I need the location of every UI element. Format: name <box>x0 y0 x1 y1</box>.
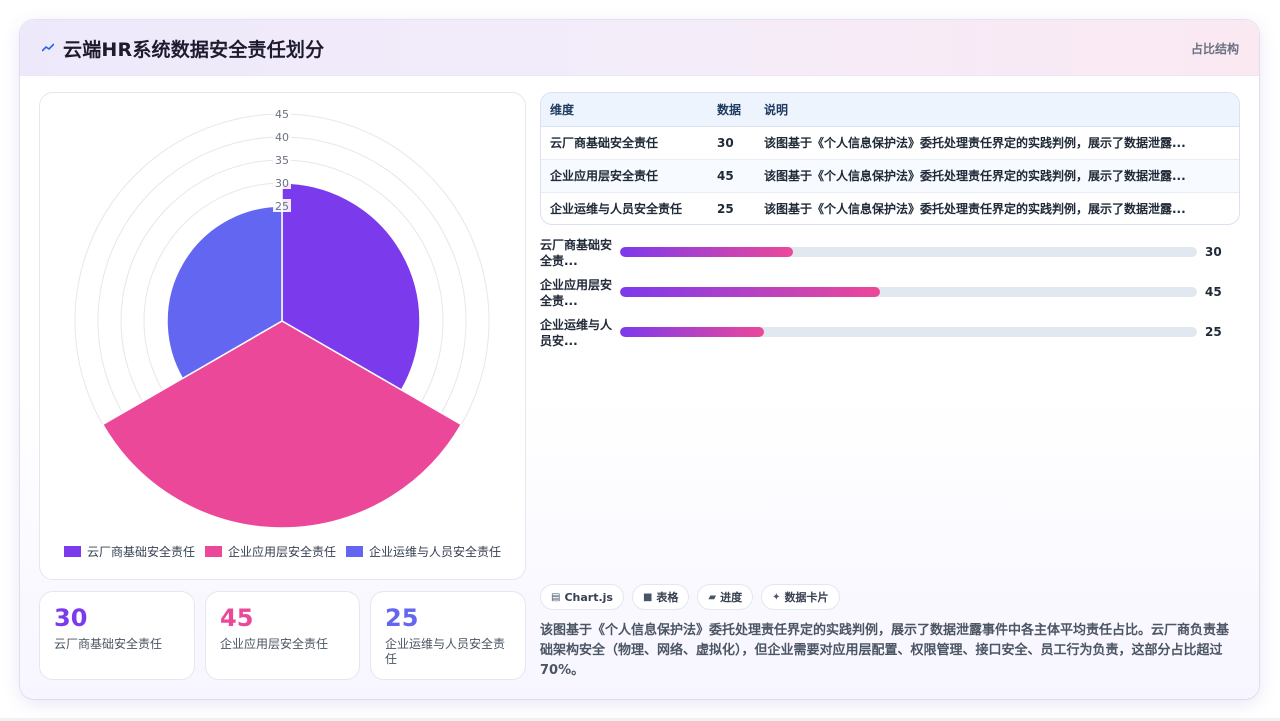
chip-chartjs[interactable]: ▤ Chart.js <box>540 584 624 610</box>
trend-line-icon <box>42 43 54 52</box>
cell-description: 该图基于《个人信息保护法》委托处理责任界定的实践判例，展示了数据泄露... <box>755 126 1239 160</box>
cell-dimension: 云厂商基础安全责任 <box>541 126 708 160</box>
chart-type-tag: 占比结构 <box>1190 42 1239 56</box>
radial-tick-label: 25 <box>275 200 289 213</box>
chip-table[interactable]: ■ 表格 <box>631 584 690 610</box>
table-header-row: 维度 数据 说明 <box>541 93 1239 127</box>
stat-label: 企业应用层安全责任 <box>220 637 329 651</box>
progress-label: 企业运维与人员安... <box>540 318 613 348</box>
chip-data-cards[interactable]: ✦ 数据卡片 <box>761 584 840 610</box>
stat-label: 企业运维与人员安全责任 <box>385 637 506 666</box>
chart-icon: ▤ <box>551 591 561 603</box>
legend-item[interactable]: 企业运维与人员安全责任 <box>346 543 501 560</box>
progress-label: 云厂商基础安全责... <box>540 238 613 268</box>
legend-swatch <box>63 546 81 557</box>
cell-dimension: 企业运维与人员安全责任 <box>550 202 683 217</box>
cell-description: 该图基于《个人信息保护法》委托处理责任界定的实践判例，展示了数据泄露... <box>764 202 1186 217</box>
stat-value: 30 <box>54 604 88 632</box>
chip-label: Chart.js <box>564 590 613 604</box>
legend-label: 云厂商基础安全责任 <box>86 545 195 559</box>
progress-track <box>620 287 1197 297</box>
table-row[interactable]: 企业应用层安全责任 45 该图基于《个人信息保护法》委托处理责任界定的实践判例，… <box>541 159 1239 193</box>
progress-row: 企业运维与人员安... 25 <box>540 315 1240 355</box>
legend-swatch <box>346 546 363 557</box>
header-bar: 云端HR系统数据安全责任划分 占比结构 <box>20 20 1259 76</box>
progress-icon: ▰ <box>708 591 717 603</box>
table-row[interactable]: 云厂商基础安全责任 30 该图基于《个人信息保护法》委托处理责任界定的实践判例，… <box>541 126 1239 160</box>
page-title: 云端HR系统数据安全责任划分 <box>63 39 325 61</box>
cell-value: 30 <box>708 126 755 160</box>
cell-dimension: 企业应用层安全责任 <box>541 159 708 193</box>
stat-value: 45 <box>220 604 254 632</box>
progress-list: 云厂商基础安全责... 30 企业应用层安全责... 45 企业运维与人员安..… <box>540 235 1240 355</box>
stat-label: 云厂商基础安全责任 <box>54 637 163 651</box>
legend-label: 企业运维与人员安全责任 <box>369 545 502 559</box>
chip-label: 进度 <box>720 591 743 604</box>
table-row[interactable]: 企业运维与人员安全责任 25 该图基于《个人信息保护法》委托处理责任界定的实践判… <box>541 192 1239 224</box>
cell-value: 45 <box>708 159 755 193</box>
progress-track <box>620 327 1197 337</box>
stat-value: 25 <box>385 604 419 632</box>
radial-tick-label: 45 <box>275 108 289 121</box>
progress-track <box>620 247 1197 257</box>
progress-row: 云厂商基础安全责... 30 <box>540 235 1240 275</box>
progress-value: 30 <box>1205 245 1222 259</box>
sparkle-icon: ✦ <box>772 591 781 603</box>
column-header: 维度 <box>541 93 708 127</box>
legend-item[interactable]: 云厂商基础安全责任 <box>63 543 195 560</box>
stat-card: 45 企业应用层安全责任 <box>205 591 360 680</box>
radial-tick-label: 35 <box>275 154 289 167</box>
dashboard-card: 云端HR系统数据安全责任划分 占比结构 25 30 35 40 45 云厂商基础安全责任… <box>20 20 1259 699</box>
cell-value: 25 <box>717 201 734 216</box>
chart-description: 该图基于《个人信息保护法》委托处理责任界定的实践判例，展示了数据泄露事件中各主体… <box>540 623 1230 678</box>
progress-value: 45 <box>1205 285 1222 299</box>
progress-row: 企业应用层安全责... 45 <box>540 275 1240 315</box>
chip-label: 数据卡片 <box>784 591 829 604</box>
column-header: 数据 <box>708 93 755 127</box>
polar-area-chart[interactable]: 25 30 35 40 45 <box>40 93 527 543</box>
stat-card: 25 企业运维与人员安全责任 <box>370 591 526 680</box>
progress-fill <box>620 287 880 297</box>
view-chips: ▤ Chart.js ■ 表格 ▰ 进度 ✦ 数据卡片 <box>540 584 840 610</box>
chip-label: 表格 <box>656 591 679 604</box>
progress-value: 25 <box>1205 325 1222 339</box>
chip-progress[interactable]: ▰ 进度 <box>697 584 754 610</box>
radial-tick-label: 40 <box>275 131 289 144</box>
polar-chart-panel: 25 30 35 40 45 云厂商基础安全责任 企业应用层安全责任 企业运维与人员安全… <box>39 92 526 580</box>
column-header: 说明 <box>755 93 1239 127</box>
legend-label: 企业应用层安全责任 <box>227 545 336 559</box>
data-table: 维度 数据 说明 云厂商基础安全责任 30 该图基于《个人信息保护法》委托处理责… <box>540 92 1240 225</box>
legend-item[interactable]: 企业应用层安全责任 <box>204 543 336 560</box>
radial-tick-label: 30 <box>275 177 289 190</box>
chart-legend: 云厂商基础安全责任 企业应用层安全责任 企业运维与人员安全责任 <box>40 543 525 560</box>
table-icon: ■ <box>642 591 653 603</box>
stat-card: 30 云厂商基础安全责任 <box>39 591 195 680</box>
legend-swatch <box>204 546 222 557</box>
progress-label: 企业应用层安全责... <box>540 278 613 308</box>
cell-description: 该图基于《个人信息保护法》委托处理责任界定的实践判例，展示了数据泄露... <box>755 159 1239 193</box>
progress-fill <box>620 327 765 337</box>
progress-fill <box>620 247 794 257</box>
